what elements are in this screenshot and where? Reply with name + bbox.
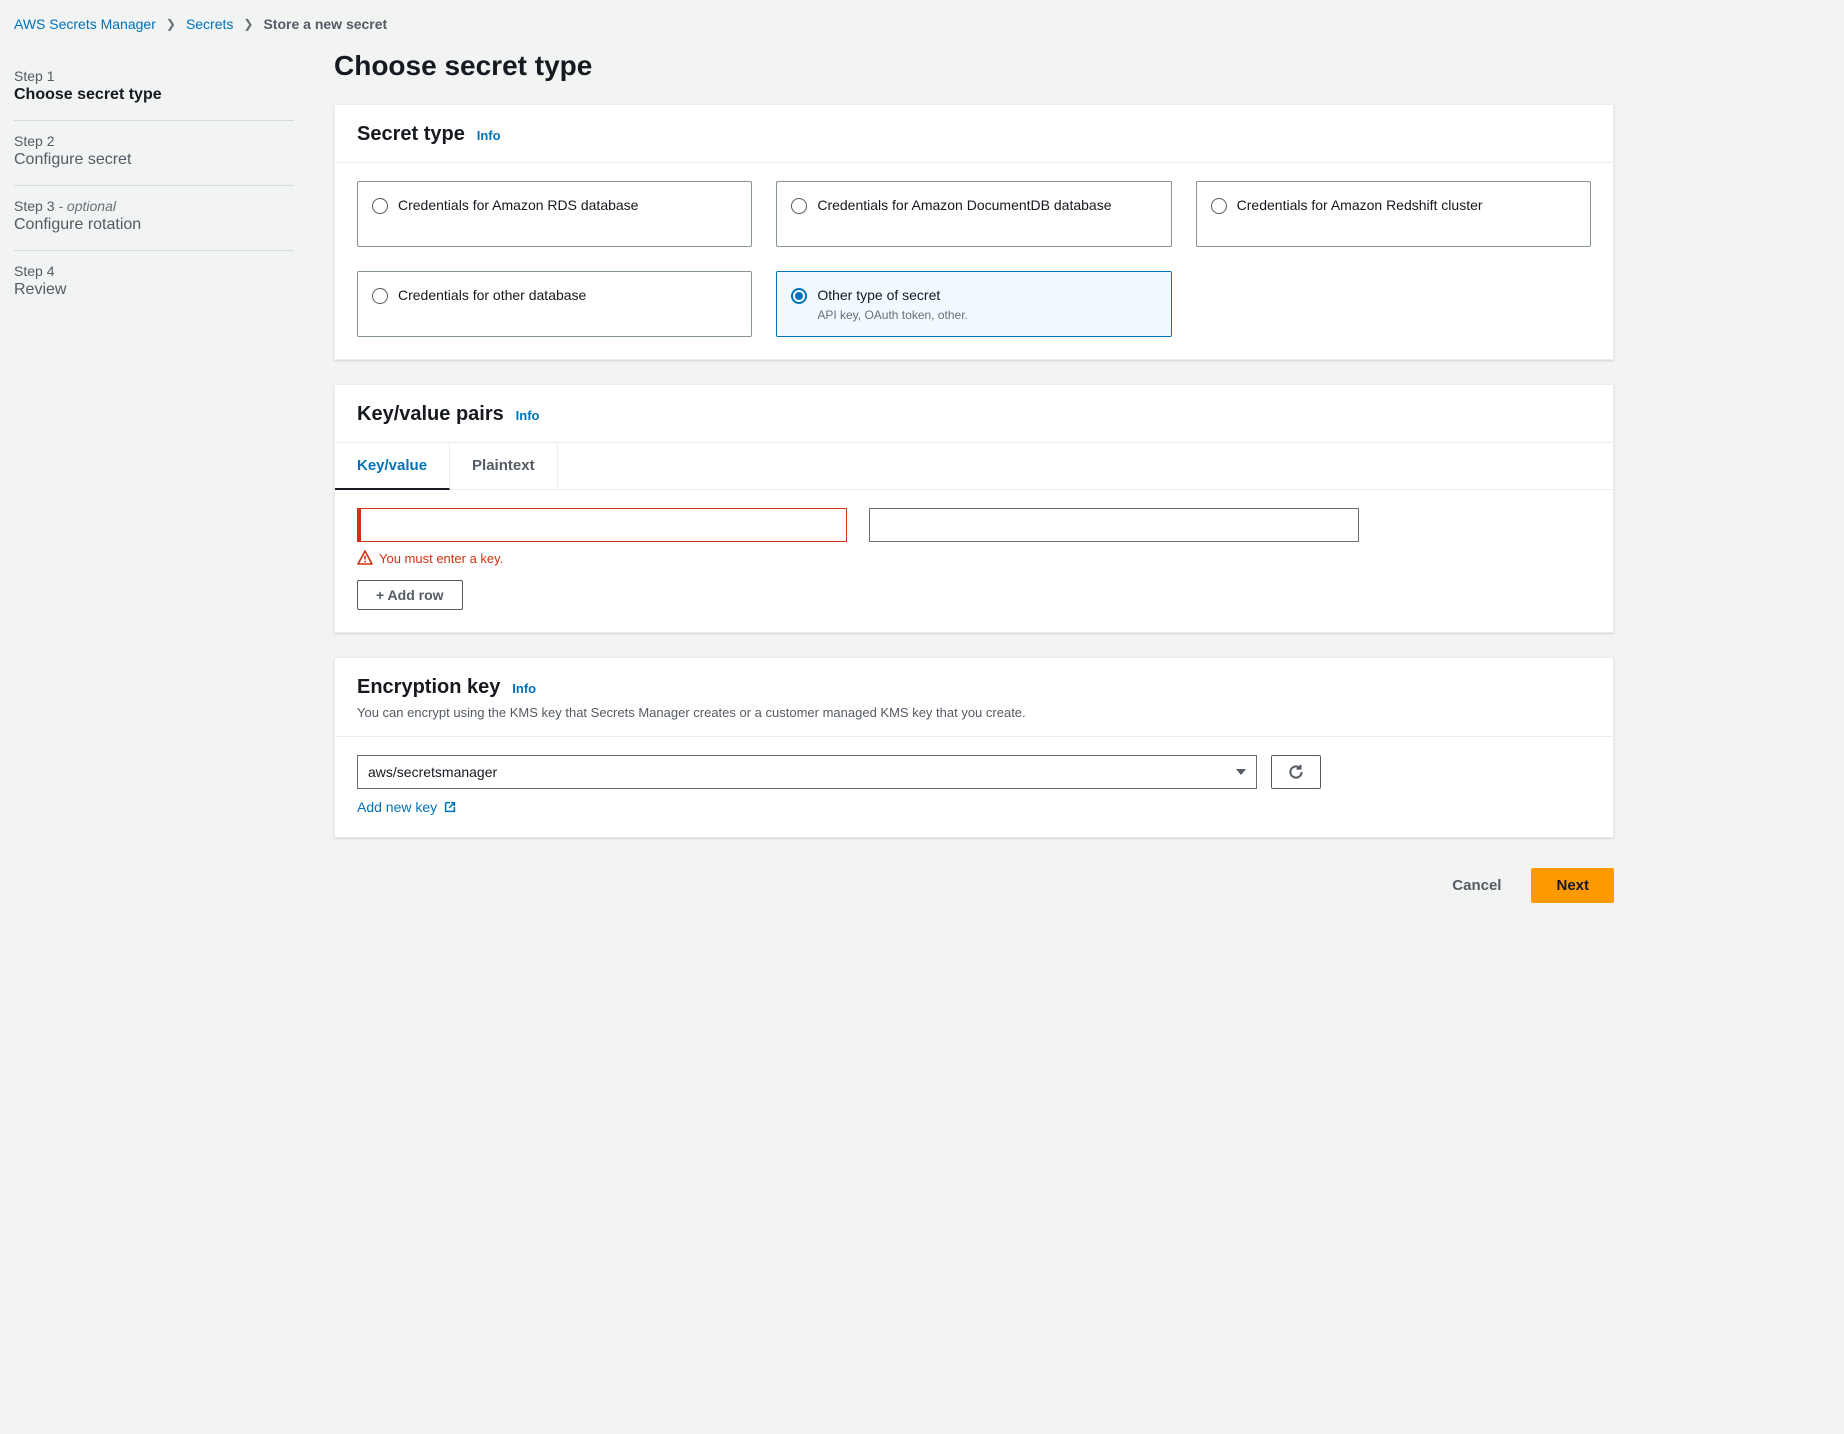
wizard-sidebar: Step 1 Choose secret type Step 2 Configu… [14,46,294,903]
chevron-right-icon: ❯ [243,17,253,31]
radio-sublabel: API key, OAuth token, other. [817,308,968,322]
radio-other-db[interactable]: Credentials for other database [357,271,752,337]
caret-down-icon [1236,769,1246,775]
key-error-message: You must enter a key. [357,550,1591,566]
info-link[interactable]: Info [512,681,536,696]
step-optional: - optional [54,198,115,214]
warning-icon [357,550,373,566]
sidebar-step-1[interactable]: Step 1 Choose secret type [14,56,294,121]
page-title: Choose secret type [334,50,1614,82]
panel-title-secret-type: Secret type [357,123,465,145]
radio-icon [372,198,388,214]
refresh-icon [1287,763,1305,781]
cancel-button[interactable]: Cancel [1436,868,1517,903]
value-input[interactable] [869,508,1359,542]
breadcrumb-current: Store a new secret [263,16,387,32]
external-link-icon [443,800,457,814]
radio-label: Other type of secret [817,286,968,306]
step-number: Step 4 [14,263,294,279]
tab-plaintext[interactable]: Plaintext [450,443,558,489]
add-row-button[interactable]: + Add row [357,580,463,610]
breadcrumb: AWS Secrets Manager ❯ Secrets ❯ Store a … [14,14,1808,46]
encryption-key-select[interactable]: aws/secretsmanager [357,755,1257,789]
panel-title-encryption: Encryption key [357,676,500,698]
add-new-key-link[interactable]: Add new key [357,799,457,815]
radio-icon [1211,198,1227,214]
chevron-right-icon: ❯ [166,17,176,31]
step-num-text: Step 3 [14,198,54,214]
step-number: Step 1 [14,68,294,84]
info-link[interactable]: Info [477,128,501,143]
radio-label: Credentials for other database [398,286,586,322]
radio-other-secret[interactable]: Other type of secret API key, OAuth toke… [776,271,1171,337]
secret-type-panel: Secret type Info Credentials for Amazon … [334,104,1614,360]
kv-tabs: Key/value Plaintext [335,443,1613,490]
step-number: Step 3 - optional [14,198,294,214]
radio-icon [791,198,807,214]
radio-documentdb[interactable]: Credentials for Amazon DocumentDB databa… [776,181,1171,247]
step-title: Choose secret type [14,86,294,104]
panel-title-kv: Key/value pairs [357,403,504,425]
footer-actions: Cancel Next [334,868,1614,903]
breadcrumb-link-root[interactable]: AWS Secrets Manager [14,16,156,32]
radio-redshift[interactable]: Credentials for Amazon Redshift cluster [1196,181,1591,247]
panel-description: You can encrypt using the KMS key that S… [357,705,1591,720]
radio-label: Credentials for Amazon Redshift cluster [1237,196,1483,232]
info-link[interactable]: Info [516,408,540,423]
step-title: Configure rotation [14,216,294,234]
sidebar-step-2[interactable]: Step 2 Configure secret [14,121,294,186]
refresh-button[interactable] [1271,755,1321,789]
main-content: Choose secret type Secret type Info Cred… [334,46,1614,903]
radio-icon [791,288,807,304]
key-input[interactable] [357,508,847,542]
tab-keyvalue[interactable]: Key/value [335,443,450,490]
step-number: Step 2 [14,133,294,149]
radio-label: Credentials for Amazon DocumentDB databa… [817,196,1111,232]
error-text: You must enter a key. [379,551,503,566]
link-text: Add new key [357,799,437,815]
breadcrumb-link-secrets[interactable]: Secrets [186,16,233,32]
radio-label: Credentials for Amazon RDS database [398,196,638,232]
radio-icon [372,288,388,304]
encryption-panel: Encryption key Info You can encrypt usin… [334,657,1614,838]
kv-pairs-panel: Key/value pairs Info Key/value Plaintext [334,384,1614,633]
radio-rds[interactable]: Credentials for Amazon RDS database [357,181,752,247]
sidebar-step-3[interactable]: Step 3 - optional Configure rotation [14,186,294,251]
select-value: aws/secretsmanager [368,764,497,780]
sidebar-step-4[interactable]: Step 4 Review [14,251,294,315]
step-title: Configure secret [14,151,294,169]
next-button[interactable]: Next [1531,868,1614,903]
step-title: Review [14,281,294,299]
